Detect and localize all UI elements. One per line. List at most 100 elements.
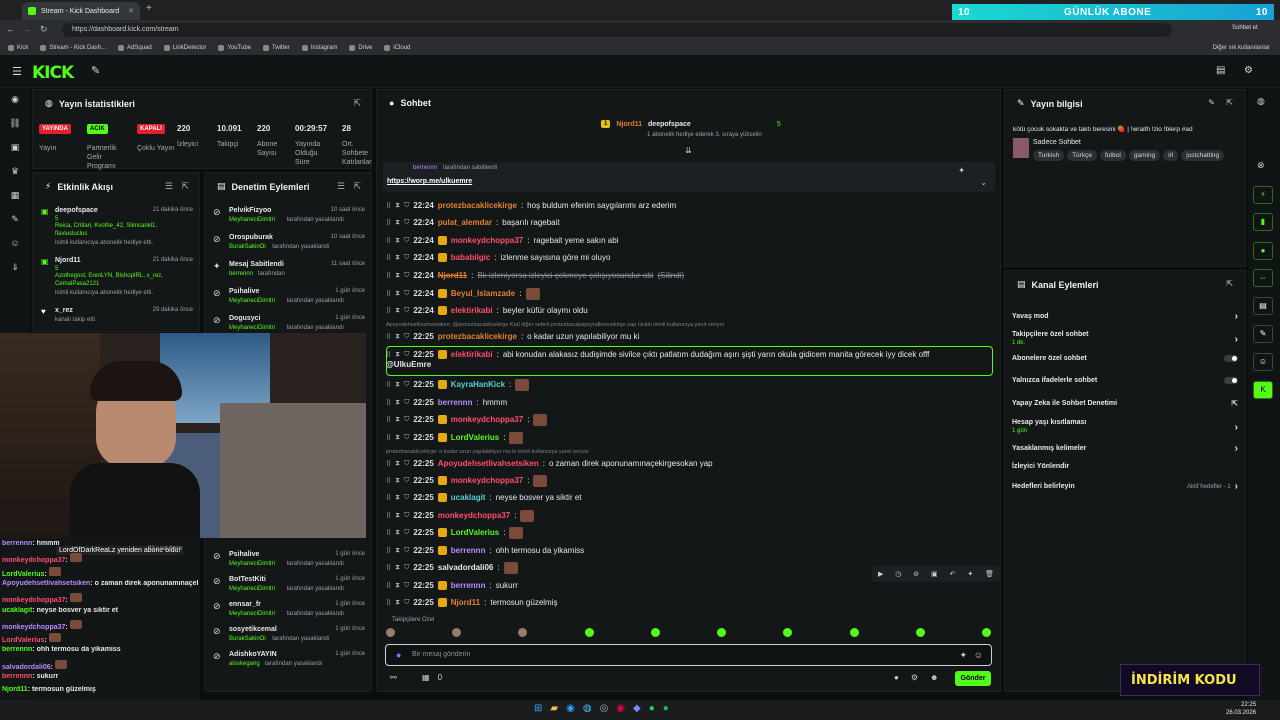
layout-icon[interactable]: ▤ <box>1216 65 1225 76</box>
hourglass-icon[interactable]: ⧗ <box>395 399 400 407</box>
smile-icon[interactable]: ☺ <box>974 650 983 660</box>
filter-icon[interactable]: ☰ <box>165 181 173 192</box>
pinned-message[interactable]: berrennn tarafından sabitlendi https://w… <box>383 162 995 192</box>
bookmark-item[interactable]: Instagram <box>301 44 337 51</box>
popout-icon[interactable]: ⇱ <box>353 98 361 109</box>
chat-username[interactable]: berrennn <box>438 398 473 407</box>
chat-username[interactable]: Njord11 <box>438 271 467 280</box>
settings-icon[interactable]: ⚙ <box>1244 65 1253 76</box>
bookmark-item[interactable]: Twitter <box>263 44 290 51</box>
chevron-right-icon[interactable]: › <box>1235 443 1238 454</box>
chat-message[interactable]: ⠿ ⧗ ⛉ 22:25 protezbacaklicekirge: o kadar uzu… <box>386 328 639 345</box>
mod-target[interactable]: Dogusyci <box>229 315 261 322</box>
shield-icon[interactable]: ⛉ <box>404 237 409 245</box>
channel-action-row[interactable]: Takipçilere özel sohbet 1 dk. › <box>1012 330 1238 348</box>
drag-handle-icon[interactable]: ⠿ <box>386 460 391 468</box>
hourglass-icon[interactable]: ⧗ <box>395 272 400 280</box>
tools-icon[interactable]: ✎ <box>8 214 22 224</box>
drag-handle-icon[interactable]: ⠿ <box>386 564 391 572</box>
drag-handle-icon[interactable]: ⠿ <box>386 254 391 262</box>
chat-settings-bubble-icon[interactable]: ● <box>894 673 899 682</box>
chat-username[interactable]: monkeydchoppa37 <box>451 236 523 245</box>
chevron-right-icon[interactable]: › <box>1235 311 1238 322</box>
chat-username[interactable]: Njord11 <box>451 598 480 607</box>
reply-icon[interactable]: ↶ <box>950 570 956 578</box>
chat-message[interactable]: ⠿ ⧗ ⛉ 22:25 ucaklagit: neyse bosver ya siktir… <box>386 489 582 506</box>
pin-icon[interactable]: ✦ <box>958 166 965 175</box>
channel-action-row[interactable]: Yavaş mod › <box>1012 311 1238 322</box>
quick-emote-icon[interactable] <box>518 628 528 637</box>
chat-username[interactable]: LordValerius <box>451 528 499 537</box>
bookmark-item[interactable]: iCloud <box>384 44 410 51</box>
hourglass-icon[interactable]: ⧗ <box>395 307 400 315</box>
chat-username[interactable]: monkeydchoppa37 <box>451 415 523 424</box>
reload-icon[interactable]: ↻ <box>40 24 48 35</box>
tag-chip[interactable]: gaming <box>1128 150 1161 161</box>
channel-action-row[interactable]: İzleyici Yönlendir <box>1012 462 1238 471</box>
mod-by[interactable]: MeyhaneciDimitri <box>229 611 275 617</box>
chat-message[interactable]: ⠿ ⧗ ⛉ 22:25 berrennn: sukurr <box>386 577 518 594</box>
mod-target[interactable]: BotTestKiti <box>229 576 266 583</box>
shield-icon[interactable]: ⛉ <box>404 202 409 210</box>
mod-target[interactable]: ennsar_fr <box>229 601 261 608</box>
whatsapp-icon[interactable]: ● <box>649 703 655 714</box>
drag-handle-icon[interactable]: ⠿ <box>386 599 391 607</box>
mod-target[interactable]: Psihalive <box>229 551 259 558</box>
chat-message[interactable]: ⠿ ⧗ ⛉ 22:25 KayraHanKick: <box>386 376 530 393</box>
hourglass-icon[interactable]: ⧗ <box>395 237 400 245</box>
pin-icon[interactable]: ✎ <box>91 64 100 77</box>
folder-icon[interactable]: ▰ <box>550 703 558 714</box>
mod-target[interactable]: sosyetikcemal <box>229 626 277 633</box>
channel-action-row[interactable]: Yalnızca ifadelerle sohbet <box>1012 376 1238 385</box>
rail-info-icon[interactable]: ◍ <box>1257 96 1265 107</box>
drag-handle-icon[interactable]: ⠿ <box>386 529 391 537</box>
chevron-right-icon[interactable]: › <box>1235 334 1238 345</box>
menu-icon[interactable]: ☰ <box>12 65 22 78</box>
drag-handle-icon[interactable]: ⠿ <box>386 512 391 520</box>
toggle-switch[interactable] <box>1224 377 1238 384</box>
steam-icon[interactable]: ◎ <box>600 703 609 714</box>
mod-by[interactable]: BurakSakinOl <box>229 244 266 250</box>
windows-start-icon[interactable]: ⊞ <box>534 703 542 714</box>
mod-target[interactable]: PelvikFizyoo <box>229 207 271 214</box>
other-bookmarks[interactable]: Diğer sık kullanılanlar <box>1213 45 1270 51</box>
shield-icon[interactable]: ⛉ <box>404 399 409 407</box>
tag-chip[interactable]: justchatting <box>1181 150 1225 161</box>
chat-gear-icon[interactable]: ⚙ <box>911 673 918 682</box>
rail-doc-button[interactable]: ▮ <box>1253 213 1273 231</box>
mic-icon[interactable]: ● <box>396 650 401 660</box>
slash-icon[interactable]: ⊘ <box>913 570 919 578</box>
chat-input[interactable]: Bir mesaj gönderin <box>412 651 470 658</box>
chat-username[interactable]: elektirikabi <box>451 306 493 315</box>
leader-name[interactable]: Njord11 <box>616 121 642 128</box>
channel-action-row[interactable]: Yasaklanmış kelimeler › <box>1012 443 1238 454</box>
shield-icon[interactable]: ⛉ <box>404 529 409 537</box>
toggle-switch[interactable] <box>1224 355 1238 362</box>
drag-handle-icon[interactable]: ⠿ <box>386 547 391 555</box>
rail-target-icon[interactable]: ⊗ <box>1257 160 1265 171</box>
pin-message-icon[interactable]: ✦ <box>967 570 973 578</box>
shield-icon[interactable]: ⛉ <box>404 272 409 280</box>
chat-username[interactable]: monkeydchoppa37 <box>451 476 523 485</box>
bookmark-item[interactable]: Kick <box>8 44 28 51</box>
hourglass-icon[interactable]: ⧗ <box>395 219 400 227</box>
chat-message[interactable]: ⠿ ⧗ ⛉ 22:25 LordValerius: <box>386 429 524 446</box>
drag-handle-icon[interactable]: ⠿ <box>386 333 391 341</box>
chat-username[interactable]: pulat_alemdar <box>438 218 492 227</box>
hourglass-icon[interactable]: ⧗ <box>395 547 400 555</box>
rail-kick-button[interactable]: K <box>1253 381 1273 399</box>
chat-username[interactable]: Apoyudehsetlivahsetsiken <box>438 459 539 468</box>
chat-username[interactable]: protezbacaklicekirge <box>438 201 517 210</box>
shield-icon[interactable]: ⛉ <box>404 416 409 424</box>
mod-by[interactable]: aloskegang <box>229 661 260 667</box>
shield-icon[interactable]: ⛉ <box>404 494 409 502</box>
copy-icon[interactable]: ▣ <box>931 570 938 578</box>
browser-tab[interactable]: Stream - Kick Dashboard ✕ <box>22 2 140 20</box>
chat-message[interactable]: ⠿ ⧗ ⛉ 22:24 pulat_alemdar: başarılı ragebait <box>386 214 560 231</box>
mod-by[interactable]: BurakSakinOl <box>229 636 266 642</box>
chat-message[interactable]: ⠿ ⧗ ⛉ 22:25 Njord11: termosun güzelmiş <box>386 594 558 611</box>
hourglass-icon[interactable]: ⧗ <box>395 564 400 572</box>
hourglass-icon[interactable]: ⧗ <box>395 599 400 607</box>
download-icon[interactable]: ⇓ <box>8 262 22 272</box>
quick-emote-icon[interactable] <box>849 628 859 637</box>
